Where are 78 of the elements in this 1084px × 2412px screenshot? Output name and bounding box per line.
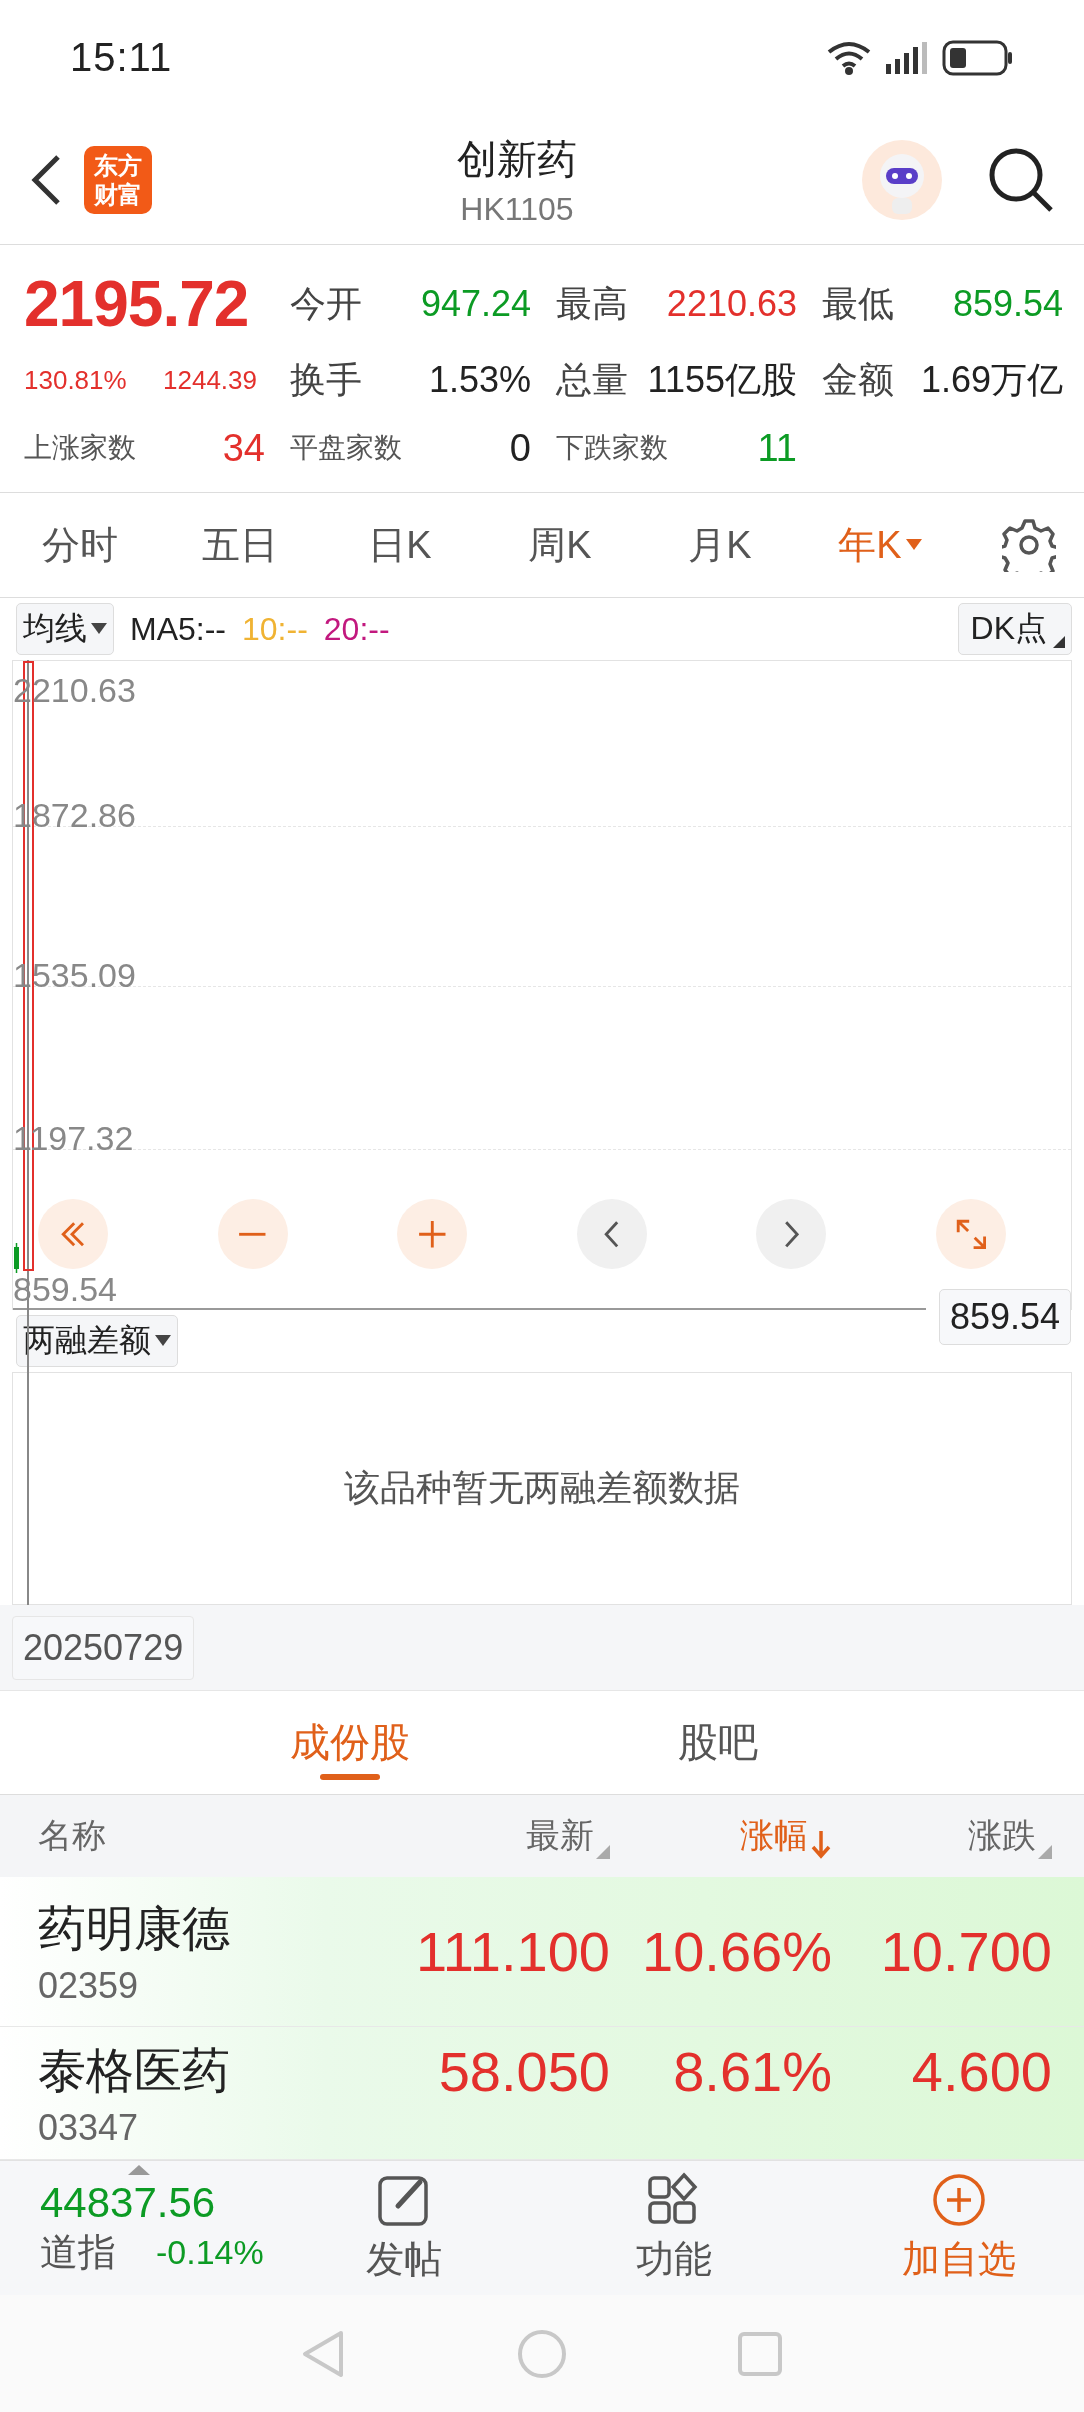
index-change: -0.14% <box>156 2232 264 2272</box>
stat-value: 2210.63 <box>666 283 797 325</box>
expand-handle-icon[interactable] <box>128 2165 150 2175</box>
stat-value: 1.53% <box>428 359 531 401</box>
corner-triangle-icon <box>1053 636 1065 648</box>
column-header[interactable]: 涨跌 <box>968 1813 1036 1859</box>
stat-label: 下跌家数 <box>556 431 668 465</box>
caret-icon <box>91 623 107 635</box>
column-header: 名称 <box>38 1815 106 1856</box>
list-tab[interactable]: 股吧 <box>674 1691 762 1794</box>
indicator-dropdown[interactable]: 均线 <box>16 603 114 655</box>
period-tab[interactable]: 月K <box>640 493 800 597</box>
change-percent: 8.61% <box>672 2039 832 2104</box>
left-chevron-icon <box>604 1219 620 1249</box>
stock-row[interactable]: 泰格医药 03347 58.050 8.61% 4.600 <box>0 2027 1084 2160</box>
crosshair-value: 859.54 <box>938 1289 1071 1345</box>
stat-value: 859.54 <box>952 283 1063 325</box>
plus-circle-icon <box>931 2171 987 2228</box>
stat-value: 11 <box>757 426 797 470</box>
minus-icon <box>238 1230 267 1238</box>
date-label: 20250729 <box>12 1615 195 1680</box>
stat-value: 0 <box>509 426 531 470</box>
stat-label: 最低 <box>822 281 894 326</box>
index-value: 44837.56 <box>40 2178 217 2227</box>
stat-label: 平盘家数 <box>290 431 402 465</box>
stat-label: 金额 <box>822 357 894 402</box>
change-percent: 10.66% <box>641 1919 832 1984</box>
double-left-chevron-icon <box>60 1220 86 1248</box>
robot-avatar-icon[interactable] <box>862 139 942 220</box>
stock-code: 03347 <box>38 2107 140 2149</box>
latest-price: 58.050 <box>437 2039 610 2104</box>
search-icon[interactable] <box>988 146 1054 213</box>
stat-label: 今开 <box>290 281 362 326</box>
stat-value: 1155亿股 <box>647 357 797 402</box>
ma-value: 20:-- <box>323 610 390 648</box>
action-button[interactable]: 发帖 <box>366 2171 442 2285</box>
action-button[interactable]: 功能 <box>636 2171 712 2285</box>
stat-label: 最高 <box>556 281 628 326</box>
right-chevron-icon <box>783 1219 800 1249</box>
stat-label: 换手 <box>290 357 362 402</box>
settings-icon[interactable] <box>1002 518 1056 572</box>
change-percent: 130.81% <box>24 364 127 396</box>
ma-value: MA5:-- <box>130 610 226 648</box>
stat-label: 上涨家数 <box>24 431 136 465</box>
stat-value: 34 <box>222 426 265 470</box>
stock-name: 药明康德 <box>38 1900 231 1957</box>
change-amount: 1244.39 <box>163 364 257 396</box>
stock-row[interactable]: 药明康德 02359 111.100 10.66% 10.700 <box>0 1877 1084 2027</box>
status-time: 15:11 <box>70 35 173 80</box>
expand-icon <box>955 1218 987 1250</box>
stat-value: 947.24 <box>420 283 531 325</box>
battery-icon <box>942 39 1014 76</box>
stock-name: 泰格医药 <box>38 2043 231 2099</box>
latest-price: 111.100 <box>414 1919 610 1984</box>
empty-message: 该品种暂无两融差额数据 <box>344 1466 740 1510</box>
back-icon[interactable] <box>30 153 62 206</box>
dk-button[interactable]: DK点 <box>957 603 1072 655</box>
period-tab[interactable]: 日K <box>320 493 480 597</box>
stat-value: 1.69万亿 <box>920 357 1063 402</box>
ma-value: 10:-- <box>242 610 308 648</box>
wifi-icon <box>826 39 872 76</box>
list-tab[interactable]: 成份股 <box>286 1691 414 1794</box>
caret-icon <box>155 1335 171 1347</box>
last-price: 2195.72 <box>24 267 250 341</box>
period-tab[interactable]: 年K <box>800 493 960 597</box>
plus-icon <box>417 1219 447 1249</box>
index-name: 道指 <box>40 2229 116 2275</box>
change-amount: 10.700 <box>879 1919 1052 1984</box>
period-tab[interactable]: 周K <box>480 493 640 597</box>
stat-label: 总量 <box>556 357 628 402</box>
period-tab[interactable]: 分时 <box>0 493 160 597</box>
index-code: HK1105 <box>460 190 574 228</box>
stock-code: 02359 <box>38 1964 140 2007</box>
change-amount: 4.600 <box>910 2039 1052 2104</box>
column-header[interactable]: 最新 <box>526 1813 594 1859</box>
page-title: 创新药 <box>457 135 577 183</box>
period-tab[interactable]: 五日 <box>160 493 320 597</box>
signal-icon <box>886 41 928 74</box>
